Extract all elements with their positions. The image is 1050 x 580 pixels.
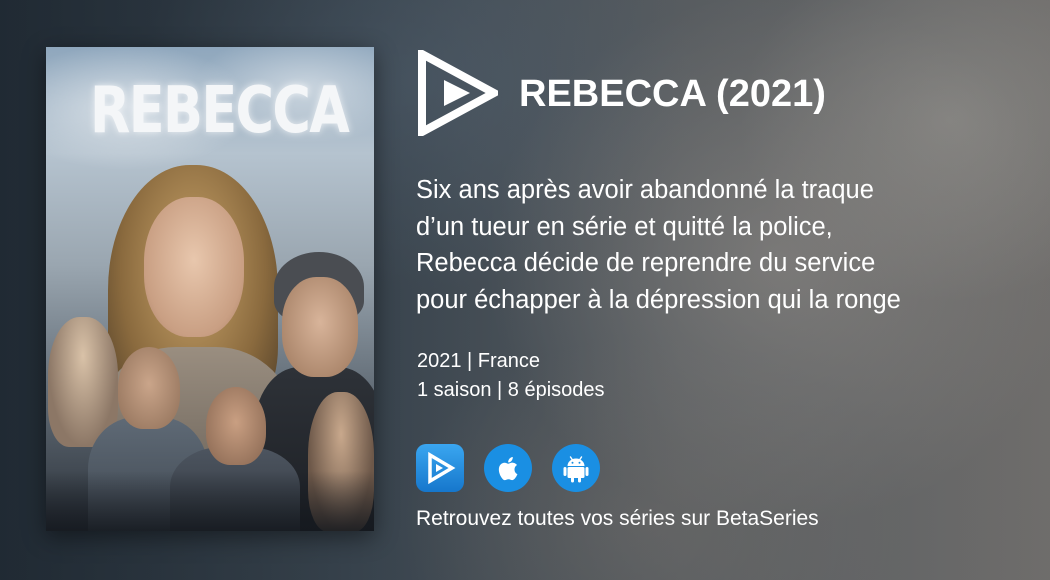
synopsis-line: pour échapper à la dépression qui la ron… bbox=[416, 285, 901, 314]
poster-actor-right-face bbox=[282, 277, 358, 377]
google-play-button[interactable] bbox=[552, 444, 600, 492]
synopsis-line: Rebecca décide de reprendre du service bbox=[416, 249, 876, 277]
betaseries-app-icon bbox=[416, 444, 464, 492]
poster-lead-actress-face bbox=[144, 197, 244, 337]
app-store-links bbox=[416, 444, 600, 492]
poster-title: REBECCA bbox=[90, 74, 350, 148]
betaseries-tagline: Retrouvez toutes vos séries sur BetaSeri… bbox=[416, 507, 819, 530]
series-synopsis: Six ans après avoir abandonné la traque … bbox=[416, 172, 1016, 318]
poster-bottom-fade bbox=[46, 471, 374, 531]
betaseries-logo-icon bbox=[418, 47, 503, 139]
series-meta: 2021 | France 1 saison | 8 épisodes bbox=[417, 347, 605, 405]
poster-actor-left-face bbox=[118, 347, 180, 429]
apple-icon bbox=[484, 444, 532, 492]
year-country: 2021 | France bbox=[417, 350, 541, 372]
app-store-button[interactable] bbox=[484, 444, 532, 492]
series-poster: REBECCA bbox=[46, 47, 374, 531]
betaseries-app-button[interactable] bbox=[416, 444, 464, 492]
seasons-episodes: 1 saison | 8 épisodes bbox=[417, 379, 605, 401]
android-icon bbox=[552, 444, 600, 492]
synopsis-line: Six ans après avoir abandonné la traque bbox=[416, 176, 874, 204]
series-title: REBECCA (2021) bbox=[519, 73, 826, 115]
synopsis-line: d’un tueur en série et quitté la police, bbox=[416, 212, 833, 241]
poster-actor-center-face bbox=[206, 387, 266, 465]
